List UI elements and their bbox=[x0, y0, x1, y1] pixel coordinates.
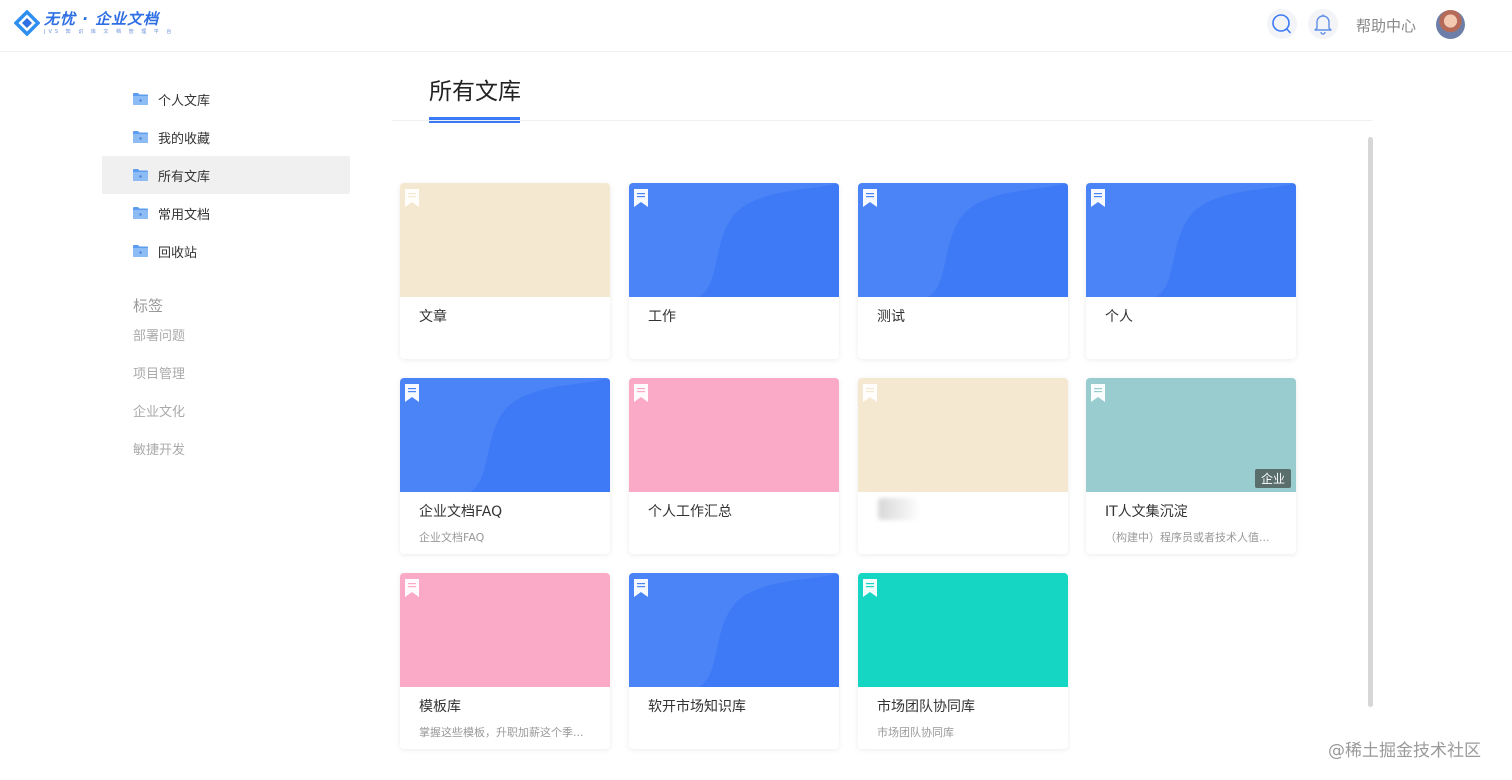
library-card[interactable]: 软开市场知识库 bbox=[629, 573, 839, 749]
folder-icon bbox=[133, 245, 148, 257]
library-card[interactable]: 模板库掌握这些模板，升职加薪这个季... bbox=[400, 573, 610, 749]
sidebar: 个人文库 我的收藏 所有文库 常用文档 回收站 标签 部署问题 项目管理 企业文… bbox=[102, 80, 350, 470]
tag-item[interactable]: 敏捷开发 bbox=[102, 432, 350, 470]
bookmark-icon bbox=[1091, 384, 1105, 402]
card-name: 测试 bbox=[877, 309, 905, 325]
search-icon bbox=[1272, 14, 1291, 34]
bookmark-icon bbox=[634, 579, 648, 597]
sidebar-item-common-docs[interactable]: 常用文档 bbox=[102, 194, 350, 232]
bookmark-icon bbox=[863, 579, 877, 597]
card-name: IT人文集沉淀 bbox=[1105, 504, 1188, 520]
sidebar-item-label: 我的收藏 bbox=[158, 131, 211, 147]
folder-icon bbox=[133, 93, 148, 105]
card-cover bbox=[400, 573, 610, 687]
sidebar-item-label: 常用文档 bbox=[158, 207, 211, 223]
tag-item[interactable]: 部署问题 bbox=[102, 318, 350, 356]
sidebar-item-recycle-bin[interactable]: 回收站 bbox=[102, 232, 350, 270]
card-cover bbox=[858, 573, 1068, 687]
bookmark-icon bbox=[405, 579, 419, 597]
card-cover bbox=[858, 378, 1068, 492]
card-name: 工作 bbox=[648, 309, 676, 325]
search-button[interactable] bbox=[1267, 9, 1297, 39]
logo-title: 无忧 · 企业文档 bbox=[44, 9, 160, 28]
sidebar-item-label: 回收站 bbox=[158, 245, 198, 261]
card-cover bbox=[1086, 183, 1296, 297]
card-cover bbox=[629, 573, 839, 687]
divider bbox=[392, 120, 1372, 121]
bell-icon bbox=[1314, 14, 1332, 35]
enterprise-badge: 企业 bbox=[1254, 469, 1291, 488]
card-cover bbox=[400, 378, 610, 492]
library-card[interactable]: 文章 bbox=[400, 183, 610, 359]
card-cover: 企业 bbox=[1086, 378, 1296, 492]
library-card[interactable]: 个人 bbox=[1086, 183, 1296, 359]
card-name: 文章 bbox=[419, 309, 447, 325]
top-header: 无忧 · 企业文档 JVS 知 识 库 文 档 管 理 平 台 帮助中心 bbox=[0, 0, 1512, 52]
tag-item[interactable]: 项目管理 bbox=[102, 356, 350, 394]
library-card[interactable]: 企业文档FAQ 企业文档FAQ bbox=[400, 378, 610, 554]
library-card[interactable]: 个人工作汇总 bbox=[629, 378, 839, 554]
bookmark-icon bbox=[863, 189, 877, 207]
card-name: 模板库 bbox=[419, 699, 461, 715]
card-cover bbox=[400, 183, 610, 297]
sidebar-item-label: 所有文库 bbox=[158, 169, 211, 185]
card-cover bbox=[629, 378, 839, 492]
card-name: 个人 bbox=[1105, 309, 1133, 325]
library-card[interactable]: 工作 bbox=[629, 183, 839, 359]
sidebar-item-personal-library[interactable]: 个人文库 bbox=[102, 80, 350, 118]
bookmark-icon bbox=[405, 384, 419, 402]
folder-icon bbox=[133, 169, 148, 181]
library-card[interactable] bbox=[858, 378, 1068, 554]
library-card[interactable]: 企业 IT人文集沉淀 （构建中）程序员或者技术人值... bbox=[1086, 378, 1296, 554]
card-cover bbox=[858, 183, 1068, 297]
library-card[interactable]: 测试 bbox=[858, 183, 1068, 359]
library-card[interactable]: 市场团队协同库 市场团队协同库 bbox=[858, 573, 1068, 749]
bookmark-icon bbox=[1091, 189, 1105, 207]
sidebar-item-favorites[interactable]: 我的收藏 bbox=[102, 118, 350, 156]
scrollbar[interactable] bbox=[1367, 137, 1375, 707]
card-cover bbox=[629, 183, 839, 297]
scrollbar-thumb[interactable] bbox=[1368, 137, 1373, 707]
card-description: 市场团队协同库 bbox=[877, 726, 954, 739]
card-description: （构建中）程序员或者技术人值... bbox=[1105, 531, 1270, 544]
watermark: @稀土掘金技术社区 bbox=[1328, 741, 1481, 761]
sidebar-item-all-libraries[interactable]: 所有文库 bbox=[102, 156, 350, 194]
card-name: 市场团队协同库 bbox=[877, 699, 975, 715]
card-name: 软开市场知识库 bbox=[648, 699, 746, 715]
bookmark-icon bbox=[405, 189, 419, 207]
sidebar-item-label: 个人文库 bbox=[158, 93, 211, 109]
card-name: 个人工作汇总 bbox=[648, 504, 732, 520]
logo-subtitle: JVS 知 识 库 文 档 管 理 平 台 bbox=[44, 28, 175, 35]
card-name-blurred bbox=[878, 498, 920, 520]
page-title: 所有文库 bbox=[429, 79, 521, 105]
bookmark-icon bbox=[634, 384, 648, 402]
logo[interactable]: 无忧 · 企业文档 JVS 知 识 库 文 档 管 理 平 台 bbox=[13, 9, 175, 37]
logo-icon bbox=[13, 9, 41, 37]
notification-button[interactable] bbox=[1308, 9, 1338, 39]
bookmark-icon bbox=[634, 189, 648, 207]
card-description: 掌握这些模板，升职加薪这个季... bbox=[419, 726, 584, 739]
bookmark-icon bbox=[863, 384, 877, 402]
folder-icon bbox=[133, 131, 148, 143]
card-description: 企业文档FAQ bbox=[419, 531, 485, 544]
card-name: 企业文档FAQ bbox=[419, 504, 503, 520]
folder-icon bbox=[133, 207, 148, 219]
avatar[interactable] bbox=[1436, 10, 1465, 39]
tag-item[interactable]: 企业文化 bbox=[102, 394, 350, 432]
tags-heading: 标签 bbox=[133, 297, 164, 315]
help-center-link[interactable]: 帮助中心 bbox=[1356, 15, 1416, 36]
